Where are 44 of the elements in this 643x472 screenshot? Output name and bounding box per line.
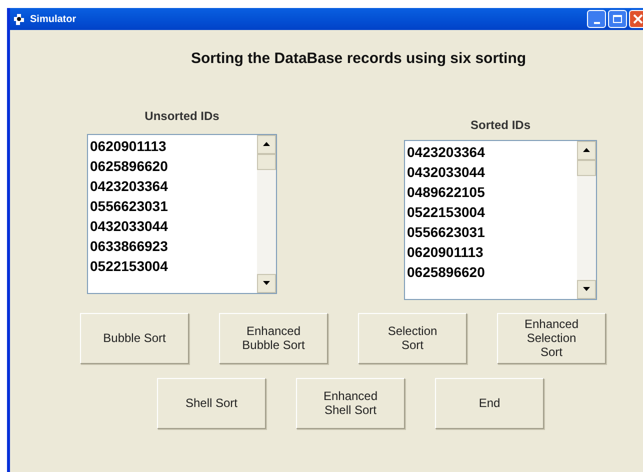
sort-button[interactable]: Shell Sort: [157, 378, 266, 428]
sort-button[interactable]: Selection Sort: [358, 312, 467, 364]
scroll-up-button[interactable]: [257, 134, 276, 154]
list-item[interactable]: 0423203364: [407, 142, 577, 162]
list-item[interactable]: 0633866923: [90, 236, 257, 256]
id-listbox[interactable]: 0620901113 0625896620 0423203364 0556623031 0432033044 0633866923 0522153004: [87, 134, 277, 294]
up-arrow-icon: [583, 148, 590, 152]
list-label: Unsorted IDs: [144, 108, 220, 124]
list-item[interactable]: 0556623031: [407, 222, 577, 242]
sort-button[interactable]: Enhanced Shell Sort: [296, 378, 405, 428]
list-item[interactable]: 0625896620: [407, 262, 577, 282]
scrollbar[interactable]: [257, 134, 276, 292]
scroll-down-button[interactable]: [577, 280, 596, 298]
scroll-down-button[interactable]: [257, 274, 276, 292]
heading: Sorting the DataBase records using six sorting: [190, 49, 526, 69]
list-item[interactable]: 0556623031: [90, 196, 257, 216]
list-item[interactable]: 0620901113: [90, 136, 257, 156]
down-arrow-icon: [263, 281, 270, 285]
close-icon: [633, 14, 643, 24]
list-item[interactable]: 0432033044: [407, 162, 577, 182]
scroll-thumb[interactable]: [257, 154, 276, 170]
maximize-button[interactable]: [608, 10, 627, 28]
down-arrow-icon: [583, 287, 590, 291]
list-item[interactable]: 0423203364: [90, 176, 257, 196]
list-item[interactable]: 0620901113: [407, 242, 577, 262]
sort-button[interactable]: Bubble Sort: [80, 312, 189, 364]
sort-button[interactable]: Enhanced Selection Sort: [497, 312, 606, 364]
list-item[interactable]: 0625896620: [90, 156, 257, 176]
id-listbox[interactable]: 0423203364 0432033044 0489622105 0522153004 0556623031 0620901113 0625896620: [404, 140, 597, 300]
window-title: Simulator: [30, 12, 76, 26]
minimize-button[interactable]: [587, 10, 606, 28]
list-item[interactable]: 0522153004: [407, 202, 577, 222]
list-label: Sorted IDs: [470, 116, 530, 134]
app-icon: [14, 14, 24, 24]
list-item[interactable]: 0522153004: [90, 256, 257, 276]
sort-button[interactable]: End: [435, 378, 544, 428]
list-item[interactable]: 0432033044: [90, 216, 257, 236]
up-arrow-icon: [263, 142, 270, 146]
sort-button[interactable]: Enhanced Bubble Sort: [219, 312, 328, 364]
scrollbar[interactable]: [577, 140, 596, 298]
list-item[interactable]: 0489622105: [407, 182, 577, 202]
close-button[interactable]: [629, 10, 643, 28]
scroll-up-button[interactable]: [577, 140, 596, 160]
scroll-thumb[interactable]: [577, 160, 596, 176]
